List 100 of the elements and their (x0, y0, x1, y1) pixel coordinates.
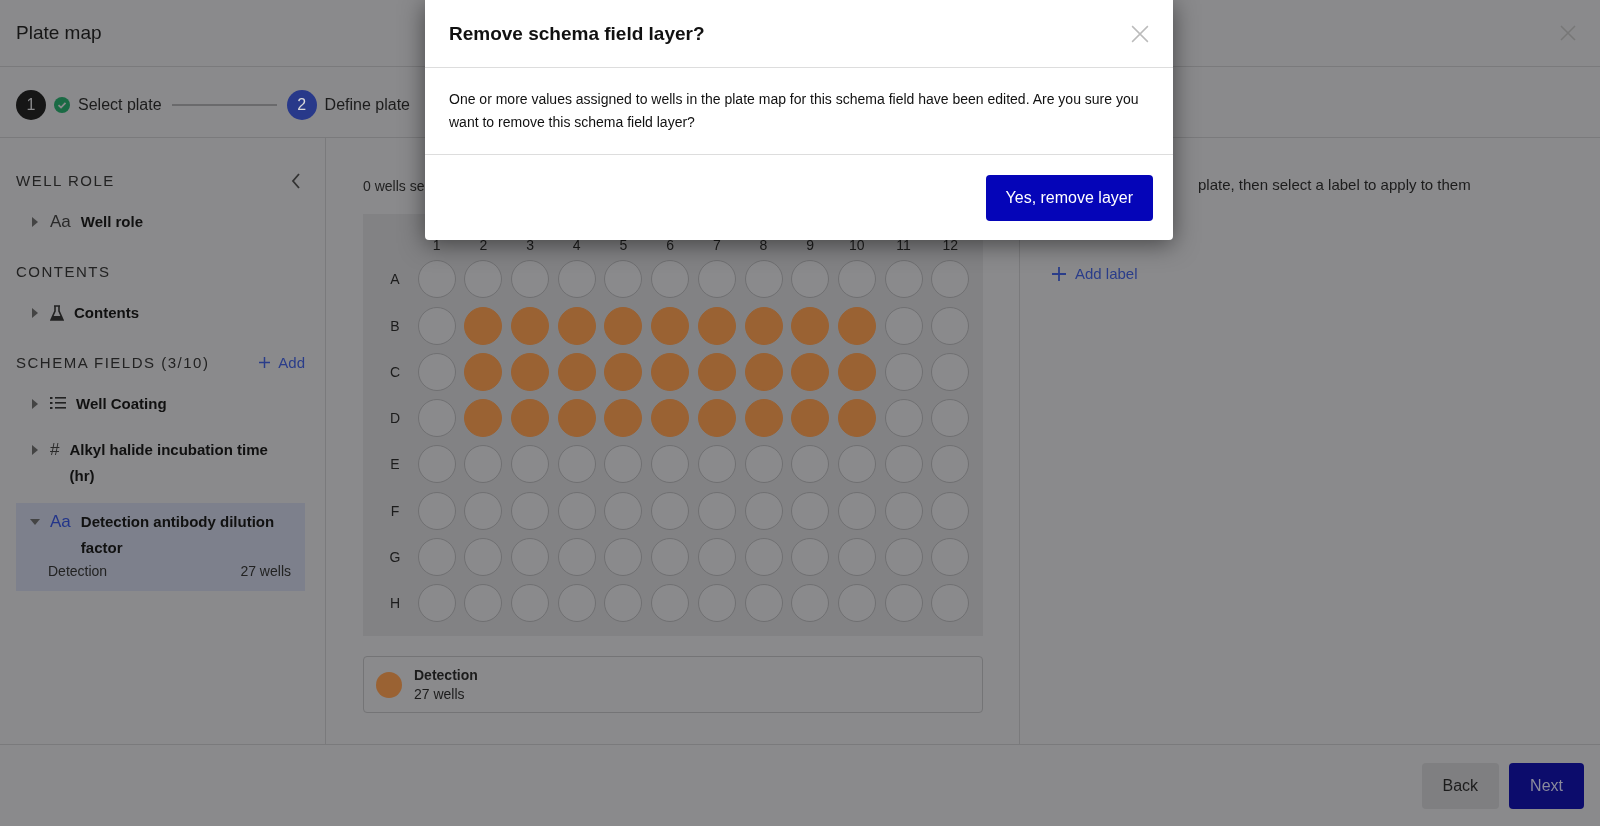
well[interactable] (697, 306, 736, 345)
well[interactable] (884, 538, 923, 577)
well[interactable] (417, 399, 456, 438)
well[interactable] (511, 260, 550, 299)
well[interactable] (651, 399, 690, 438)
well[interactable] (837, 260, 876, 299)
well[interactable] (651, 445, 690, 484)
well[interactable] (417, 352, 456, 391)
well[interactable] (651, 352, 690, 391)
well[interactable] (511, 352, 550, 391)
well[interactable] (931, 260, 970, 299)
well[interactable] (651, 306, 690, 345)
well[interactable] (557, 445, 596, 484)
well[interactable] (604, 584, 643, 623)
well[interactable] (884, 260, 923, 299)
well[interactable] (791, 538, 830, 577)
well[interactable] (511, 491, 550, 530)
well[interactable] (884, 445, 923, 484)
well[interactable] (604, 538, 643, 577)
well[interactable] (931, 538, 970, 577)
well[interactable] (464, 306, 503, 345)
well[interactable] (791, 260, 830, 299)
well[interactable] (604, 306, 643, 345)
well[interactable] (464, 260, 503, 299)
well[interactable] (464, 584, 503, 623)
well[interactable] (837, 491, 876, 530)
step-label[interactable]: Define plate (324, 96, 410, 114)
well[interactable] (884, 584, 923, 623)
well[interactable] (511, 306, 550, 345)
well[interactable] (931, 399, 970, 438)
well[interactable] (837, 584, 876, 623)
add-label-link[interactable]: Add label (1075, 265, 1138, 282)
schema-field-item[interactable]: Aa Detection antibody dilution factor Detection 27 wells (16, 503, 305, 591)
well[interactable] (464, 445, 503, 484)
well[interactable] (744, 260, 783, 299)
well[interactable] (697, 584, 736, 623)
well[interactable] (744, 399, 783, 438)
well[interactable] (697, 399, 736, 438)
well[interactable] (417, 538, 456, 577)
well[interactable] (464, 399, 503, 438)
close-icon[interactable] (1131, 24, 1149, 43)
well[interactable] (884, 352, 923, 391)
well[interactable] (511, 538, 550, 577)
well[interactable] (604, 352, 643, 391)
step-label[interactable]: Select plate (78, 96, 162, 114)
well[interactable] (697, 538, 736, 577)
well[interactable] (791, 306, 830, 345)
well[interactable] (604, 399, 643, 438)
well[interactable] (651, 491, 690, 530)
well[interactable] (511, 399, 550, 438)
well[interactable] (511, 584, 550, 623)
well[interactable] (417, 584, 456, 623)
well[interactable] (511, 445, 550, 484)
well[interactable] (557, 538, 596, 577)
well[interactable] (791, 352, 830, 391)
well[interactable] (697, 352, 736, 391)
well[interactable] (464, 538, 503, 577)
well[interactable] (931, 445, 970, 484)
well[interactable] (837, 445, 876, 484)
well[interactable] (604, 445, 643, 484)
well[interactable] (744, 352, 783, 391)
well[interactable] (697, 491, 736, 530)
add-link[interactable]: Add (278, 354, 305, 371)
well[interactable] (744, 306, 783, 345)
well[interactable] (837, 352, 876, 391)
well[interactable] (744, 445, 783, 484)
well[interactable] (417, 306, 456, 345)
well[interactable] (464, 491, 503, 530)
well[interactable] (837, 306, 876, 345)
schema-field-item[interactable]: Contents (16, 294, 305, 332)
well[interactable] (557, 399, 596, 438)
well[interactable] (557, 491, 596, 530)
well[interactable] (931, 584, 970, 623)
well[interactable] (697, 260, 736, 299)
well[interactable] (837, 538, 876, 577)
well[interactable] (931, 352, 970, 391)
well[interactable] (464, 352, 503, 391)
next-button[interactable]: Next (1509, 762, 1584, 809)
well[interactable] (744, 538, 783, 577)
well[interactable] (791, 445, 830, 484)
well[interactable] (744, 491, 783, 530)
well[interactable] (417, 260, 456, 299)
well[interactable] (604, 491, 643, 530)
well[interactable] (557, 352, 596, 391)
well[interactable] (557, 306, 596, 345)
confirm-button[interactable]: Yes, remove layer (985, 174, 1153, 221)
well[interactable] (931, 306, 970, 345)
well[interactable] (744, 584, 783, 623)
well[interactable] (791, 584, 830, 623)
schema-field-item[interactable]: Aa Well role (16, 203, 305, 241)
well[interactable] (791, 399, 830, 438)
well[interactable] (557, 584, 596, 623)
well[interactable] (837, 399, 876, 438)
well[interactable] (884, 306, 923, 345)
well[interactable] (417, 445, 456, 484)
back-button[interactable]: Back (1421, 762, 1500, 809)
well[interactable] (884, 491, 923, 530)
well[interactable] (604, 260, 643, 299)
well[interactable] (791, 491, 830, 530)
schema-field-item[interactable]: # Alkyl halide incubation time (hr) (16, 431, 305, 495)
